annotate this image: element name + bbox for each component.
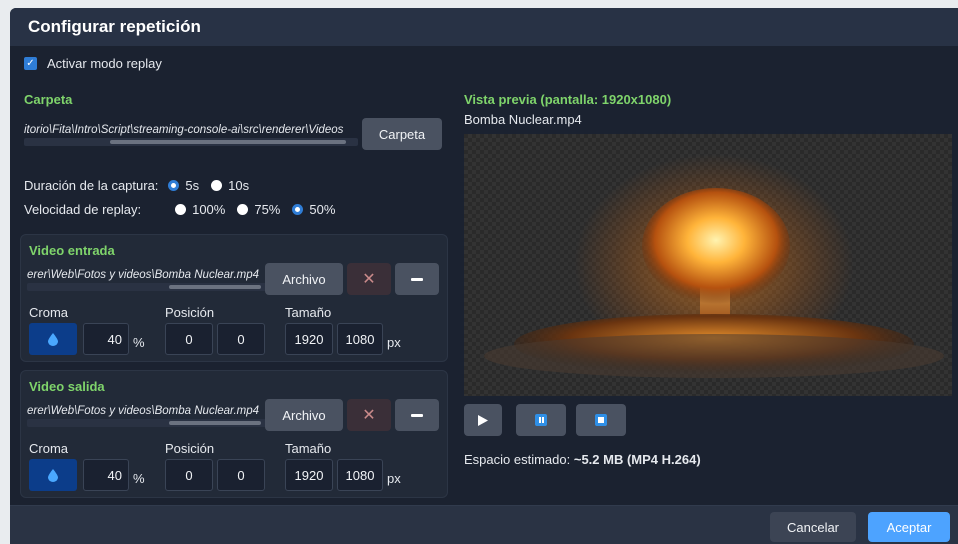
stop-icon[interactable]	[576, 404, 626, 436]
duration-row: Duración de la captura: 5s 10s	[24, 178, 261, 193]
duration-label: Duración de la captura:	[24, 178, 159, 193]
speed-option-75[interactable]: 75%	[237, 202, 280, 217]
video-output-pos-x[interactable]: 0	[165, 459, 213, 491]
video-output-file-button[interactable]: Archivo	[265, 399, 343, 431]
video-input-size-label: Tamaño	[285, 305, 332, 320]
video-output-chroma-label: Croma	[29, 441, 69, 456]
video-input-chroma-unit: %	[133, 335, 145, 350]
video-output-chroma-color[interactable]	[29, 459, 77, 491]
size-estimate-label: Espacio estimado:	[464, 452, 571, 467]
close-icon[interactable]: ✕	[347, 399, 391, 431]
replay-config-dialog: Configurar repetición ✓ Activar modo rep…	[10, 8, 958, 544]
video-output-path-scrollbar[interactable]	[27, 419, 269, 427]
video-input-chroma-color[interactable]	[29, 323, 77, 355]
video-input-position-label: Posición	[165, 305, 215, 320]
minus-icon[interactable]	[395, 399, 439, 431]
play-icon[interactable]	[464, 404, 502, 436]
speed-option-100[interactable]: 100%	[175, 202, 225, 217]
speed-label: Velocidad de replay:	[24, 202, 142, 217]
radio-unselected[interactable]	[175, 204, 187, 215]
pause-icon[interactable]	[516, 404, 566, 436]
radio-unselected[interactable]	[211, 180, 223, 191]
preview-filename: Bomba Nuclear.mp4	[464, 112, 582, 127]
video-output-height[interactable]: 1080	[337, 459, 383, 491]
video-input-title: Video entrada	[29, 243, 115, 258]
droplet-icon	[48, 332, 58, 346]
cancel-button[interactable]: Cancelar	[770, 512, 856, 542]
video-input-panel: Video entrada erer\Web\Fotos y videos\Bo…	[20, 234, 448, 362]
video-output-pos-y[interactable]: 0	[217, 459, 265, 491]
video-output-size-label: Tamaño	[285, 441, 332, 456]
choose-folder-button[interactable]: Carpeta	[362, 118, 442, 150]
preview-title: Vista previa (pantalla: 1920x1080)	[464, 92, 672, 107]
speed-row: Velocidad de replay: 100% 75% 50%	[24, 202, 347, 217]
video-output-size-unit: px	[387, 471, 401, 486]
video-input-width[interactable]: 1920	[285, 323, 333, 355]
folder-path: itorio\Fita\Intro\Script\streaming-conso…	[24, 124, 344, 136]
video-output-title: Video salida	[29, 379, 105, 394]
dialog-title: Configurar repetición	[28, 17, 201, 36]
folder-section-label: Carpeta	[24, 92, 73, 107]
replay-mode-label: Activar modo replay	[47, 56, 162, 71]
accept-button[interactable]: Aceptar	[868, 512, 950, 542]
video-output-width[interactable]: 1920	[285, 459, 333, 491]
check-icon[interactable]: ✓	[24, 57, 37, 70]
replay-mode-toggle[interactable]: ✓ Activar modo replay	[24, 56, 162, 71]
explosion-image	[484, 154, 944, 378]
video-preview	[464, 134, 952, 396]
video-output-panel: Video salida erer\Web\Fotos y videos\Bom…	[20, 370, 448, 498]
video-output-scroll-thumb[interactable]	[169, 421, 261, 425]
droplet-icon	[48, 468, 58, 482]
video-input-path: erer\Web\Fotos y videos\Bomba Nuclear.mp…	[27, 269, 260, 281]
duration-option-10s[interactable]: 10s	[211, 178, 249, 193]
speed-option-50[interactable]: 50%	[292, 202, 335, 217]
minus-icon[interactable]	[395, 263, 439, 295]
dialog-titlebar: Configurar repetición	[10, 8, 958, 46]
video-input-height[interactable]: 1080	[337, 323, 383, 355]
video-output-position-label: Posición	[165, 441, 215, 456]
close-icon[interactable]: ✕	[347, 263, 391, 295]
video-input-size-unit: px	[387, 335, 401, 350]
duration-option-5s[interactable]: 5s	[168, 178, 199, 193]
dialog-footer: Cancelar Aceptar	[10, 505, 958, 544]
size-estimate-value: ~5.2 MB (MP4 H.264)	[573, 452, 701, 467]
video-input-file-button[interactable]: Archivo	[265, 263, 343, 295]
video-output-path: erer\Web\Fotos y videos\Bomba Nuclear.mp…	[27, 405, 260, 417]
video-input-pos-x[interactable]: 0	[165, 323, 213, 355]
video-input-chroma-label: Croma	[29, 305, 69, 320]
video-output-chroma-input[interactable]: 40	[83, 459, 129, 491]
video-input-pos-y[interactable]: 0	[217, 323, 265, 355]
folder-path-scrollbar[interactable]	[24, 138, 358, 146]
video-input-scroll-thumb[interactable]	[169, 285, 261, 289]
video-input-path-scrollbar[interactable]	[27, 283, 269, 291]
radio-unselected[interactable]	[237, 204, 249, 215]
video-output-chroma-unit: %	[133, 471, 145, 486]
radio-selected[interactable]	[168, 180, 180, 191]
radio-selected[interactable]	[292, 204, 304, 215]
video-input-chroma-input[interactable]: 40	[83, 323, 129, 355]
size-estimate: Espacio estimado: ~5.2 MB (MP4 H.264)	[464, 452, 701, 467]
folder-scroll-thumb[interactable]	[110, 140, 346, 144]
